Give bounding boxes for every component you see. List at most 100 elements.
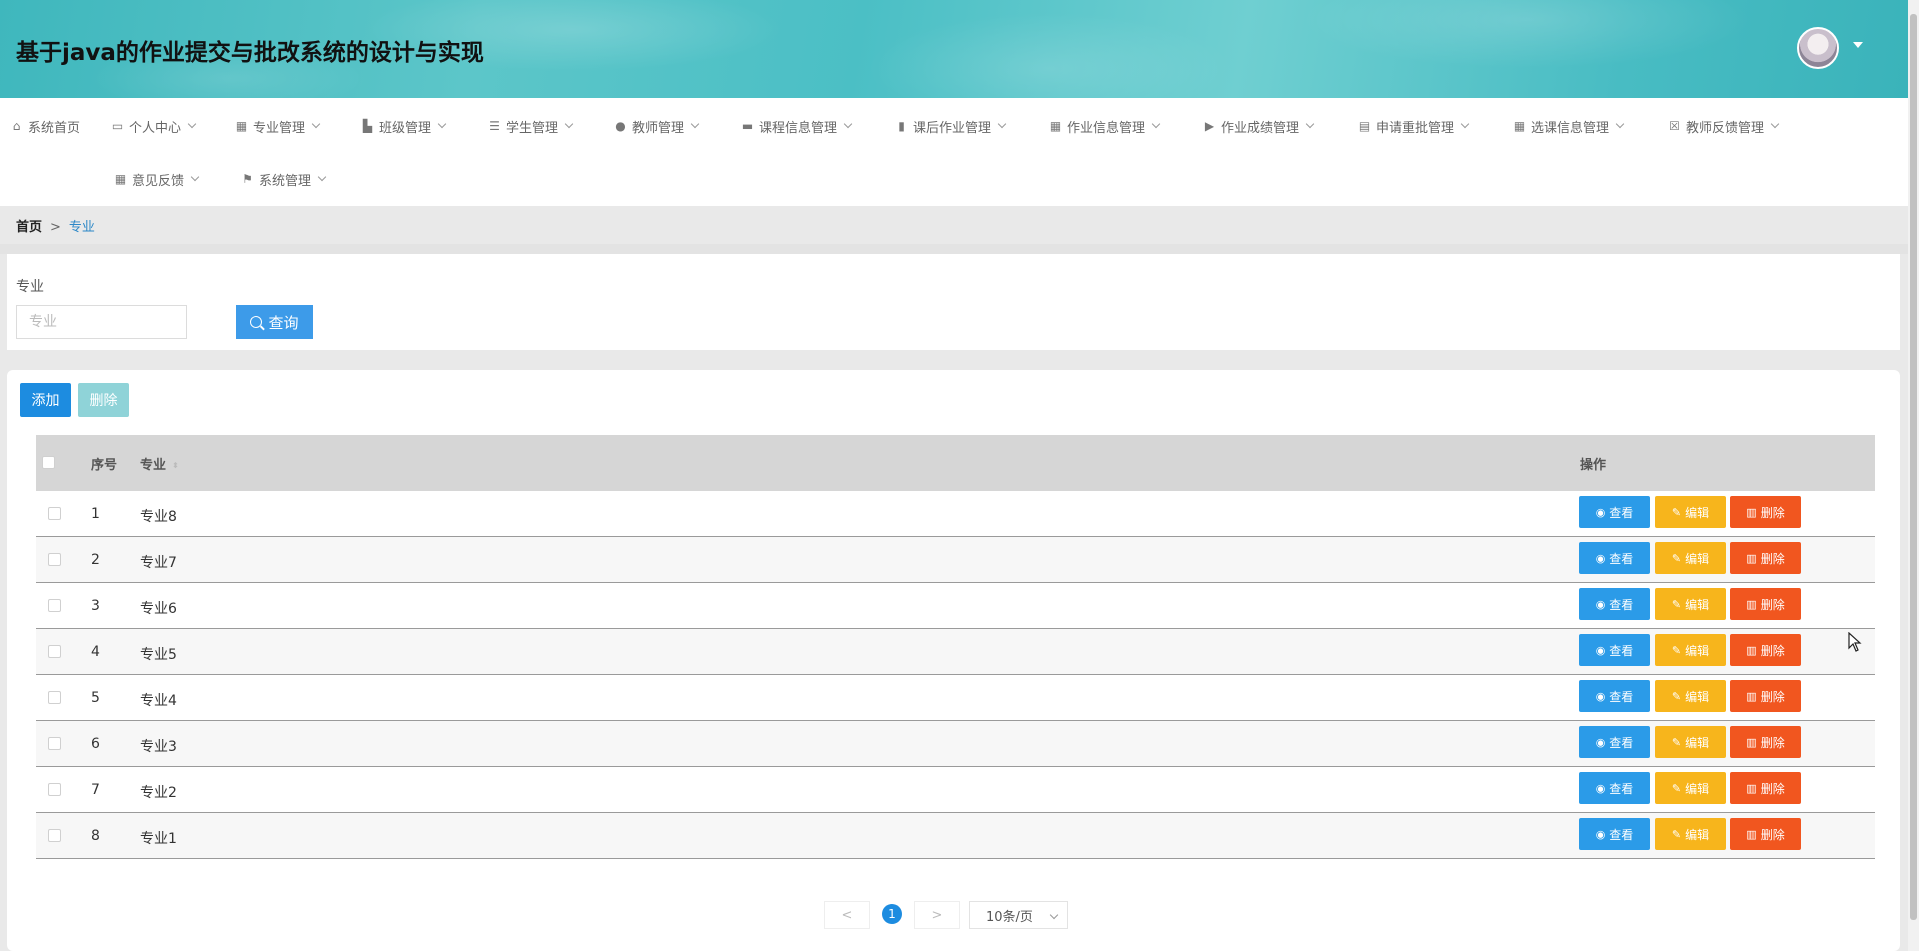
nav-item-grades[interactable]: ▶ 作业成绩管理: [1203, 116, 1315, 136]
view-label: 查看: [1609, 643, 1634, 658]
trash-icon: ▥: [1746, 643, 1757, 657]
view-button[interactable]: ◉ 查看: [1579, 634, 1650, 666]
view-button[interactable]: ◉ 查看: [1579, 496, 1650, 528]
delete-button[interactable]: ▥ 删除: [1730, 680, 1801, 712]
row-checkbox[interactable]: [48, 507, 61, 520]
nav-label: 选课信息管理: [1531, 120, 1610, 136]
nav-item-teacher-feedback[interactable]: ☒ 教师反馈管理: [1668, 116, 1780, 136]
nav-item-home[interactable]: ⌂ 系统首页: [10, 116, 80, 136]
row-index: 2: [91, 552, 100, 568]
scrollbar-thumb[interactable]: [1910, 14, 1917, 920]
flag-icon: ⚑: [242, 171, 253, 186]
search-button[interactable]: 查询: [236, 305, 313, 339]
eye-icon: ◉: [1595, 597, 1606, 611]
row-major: 专业2: [140, 785, 177, 801]
page-number-current[interactable]: 1: [882, 904, 902, 924]
nav-label: 教师反馈管理: [1686, 120, 1765, 136]
chevron-down-icon: [1615, 119, 1625, 129]
row-checkbox[interactable]: [48, 599, 61, 612]
view-button[interactable]: ◉ 查看: [1579, 588, 1650, 620]
bar-chart-icon: ▮: [898, 118, 905, 133]
chevron-down-icon: [1305, 119, 1315, 129]
edit-button[interactable]: ✎ 编辑: [1655, 588, 1726, 620]
nav-item-personal[interactable]: ▭ 个人中心: [111, 116, 197, 136]
nav-item-class[interactable]: ▙ 班级管理: [361, 116, 447, 136]
nav-item-system[interactable]: ⚑ 系统管理: [241, 169, 327, 189]
table-row: 6 专业3 ◉ 查看 ✎ 编辑 ▥ 删除: [36, 721, 1875, 767]
nav-item-feedback[interactable]: ▦ 意见反馈: [114, 169, 200, 189]
view-button[interactable]: ◉ 查看: [1579, 680, 1650, 712]
row-index: 1: [91, 506, 100, 522]
breadcrumb-home[interactable]: 首页: [16, 220, 42, 235]
sort-icon[interactable]: ⬍: [172, 461, 179, 469]
trash-icon: ▥: [1746, 735, 1757, 749]
chevron-down-icon: [187, 119, 197, 129]
nav-item-regrade[interactable]: ▤ 申请重批管理: [1358, 116, 1470, 136]
batch-delete-button[interactable]: 删除: [78, 383, 129, 417]
view-label: 查看: [1609, 551, 1634, 566]
nav-item-homework[interactable]: ▮ 课后作业管理: [895, 116, 1007, 136]
chevron-down-icon: [843, 119, 853, 129]
edit-button[interactable]: ✎ 编辑: [1655, 818, 1726, 850]
delete-button[interactable]: ▥ 删除: [1730, 772, 1801, 804]
major-search-input[interactable]: [16, 305, 187, 339]
nav-item-major[interactable]: ▦ 专业管理: [235, 116, 321, 136]
row-checkbox[interactable]: [48, 645, 61, 658]
table-row: 1 专业8 ◉ 查看 ✎ 编辑 ▥ 删除: [36, 491, 1875, 537]
row-checkbox[interactable]: [48, 553, 61, 566]
row-checkbox[interactable]: [48, 691, 61, 704]
edit-button[interactable]: ✎ 编辑: [1655, 680, 1726, 712]
trash-icon: ▥: [1746, 597, 1757, 611]
search-button-label: 查询: [268, 313, 299, 332]
prev-page-button[interactable]: <: [824, 901, 870, 929]
table-row: 8 专业1 ◉ 查看 ✎ 编辑 ▥ 删除: [36, 813, 1875, 859]
view-button[interactable]: ◉ 查看: [1579, 818, 1650, 850]
user-avatar[interactable]: [1797, 27, 1839, 69]
edit-button[interactable]: ✎ 编辑: [1655, 772, 1726, 804]
nav-label: 作业成绩管理: [1221, 120, 1300, 136]
page-size-select[interactable]: 10条/页: [969, 901, 1068, 929]
table-header: 序号 专业 ⬍ 操作: [36, 435, 1875, 491]
delete-button[interactable]: ▥ 删除: [1730, 818, 1801, 850]
eye-icon: ◉: [1595, 735, 1606, 749]
nav-item-assignment-info[interactable]: ▦ 作业信息管理: [1049, 116, 1161, 136]
select-all-checkbox[interactable]: [42, 456, 55, 469]
row-major: 专业4: [140, 693, 177, 709]
delete-button[interactable]: ▥ 删除: [1730, 726, 1801, 758]
next-page-button[interactable]: >: [914, 901, 960, 929]
row-major: 专业1: [140, 831, 177, 847]
row-checkbox[interactable]: [48, 737, 61, 750]
col-index: 序号: [91, 458, 118, 473]
chevron-down-icon: [690, 119, 700, 129]
view-button[interactable]: ◉ 查看: [1579, 542, 1650, 574]
view-button[interactable]: ◉ 查看: [1579, 726, 1650, 758]
eye-icon: ◉: [1595, 551, 1606, 565]
add-button[interactable]: 添加: [20, 383, 71, 417]
delete-button[interactable]: ▥ 删除: [1730, 542, 1801, 574]
edit-button[interactable]: ✎ 编辑: [1655, 542, 1726, 574]
edit-icon: ✎: [1671, 505, 1682, 519]
delete-button[interactable]: ▥ 删除: [1730, 588, 1801, 620]
delete-button[interactable]: ▥ 删除: [1730, 634, 1801, 666]
delete-button[interactable]: ▥ 删除: [1730, 496, 1801, 528]
thumb-icon: ▙: [362, 118, 373, 133]
nav-item-student[interactable]: ☰ 学生管理: [488, 116, 574, 136]
nav-item-enrollment[interactable]: ▦ 选课信息管理: [1513, 116, 1625, 136]
row-checkbox[interactable]: [48, 783, 61, 796]
edit-button[interactable]: ✎ 编辑: [1655, 726, 1726, 758]
nav-item-course[interactable]: ▬ 课程信息管理: [741, 116, 853, 136]
table-row: 2 专业7 ◉ 查看 ✎ 编辑 ▥ 删除: [36, 537, 1875, 583]
row-major: 专业3: [140, 739, 177, 755]
edit-button[interactable]: ✎ 编辑: [1655, 634, 1726, 666]
edit-button[interactable]: ✎ 编辑: [1655, 496, 1726, 528]
trash-icon: ▥: [1746, 505, 1757, 519]
edit-icon: ✎: [1671, 689, 1682, 703]
caret-down-icon[interactable]: [1853, 42, 1863, 48]
row-checkbox[interactable]: [48, 829, 61, 842]
nav-label: 课后作业管理: [913, 120, 992, 136]
nav-item-teacher[interactable]: ● 教师管理: [614, 116, 700, 136]
col-major[interactable]: 专业 ⬍: [140, 454, 179, 473]
trash-icon: ▥: [1746, 781, 1757, 795]
breadcrumb-separator: >: [50, 220, 61, 235]
view-button[interactable]: ◉ 查看: [1579, 772, 1650, 804]
